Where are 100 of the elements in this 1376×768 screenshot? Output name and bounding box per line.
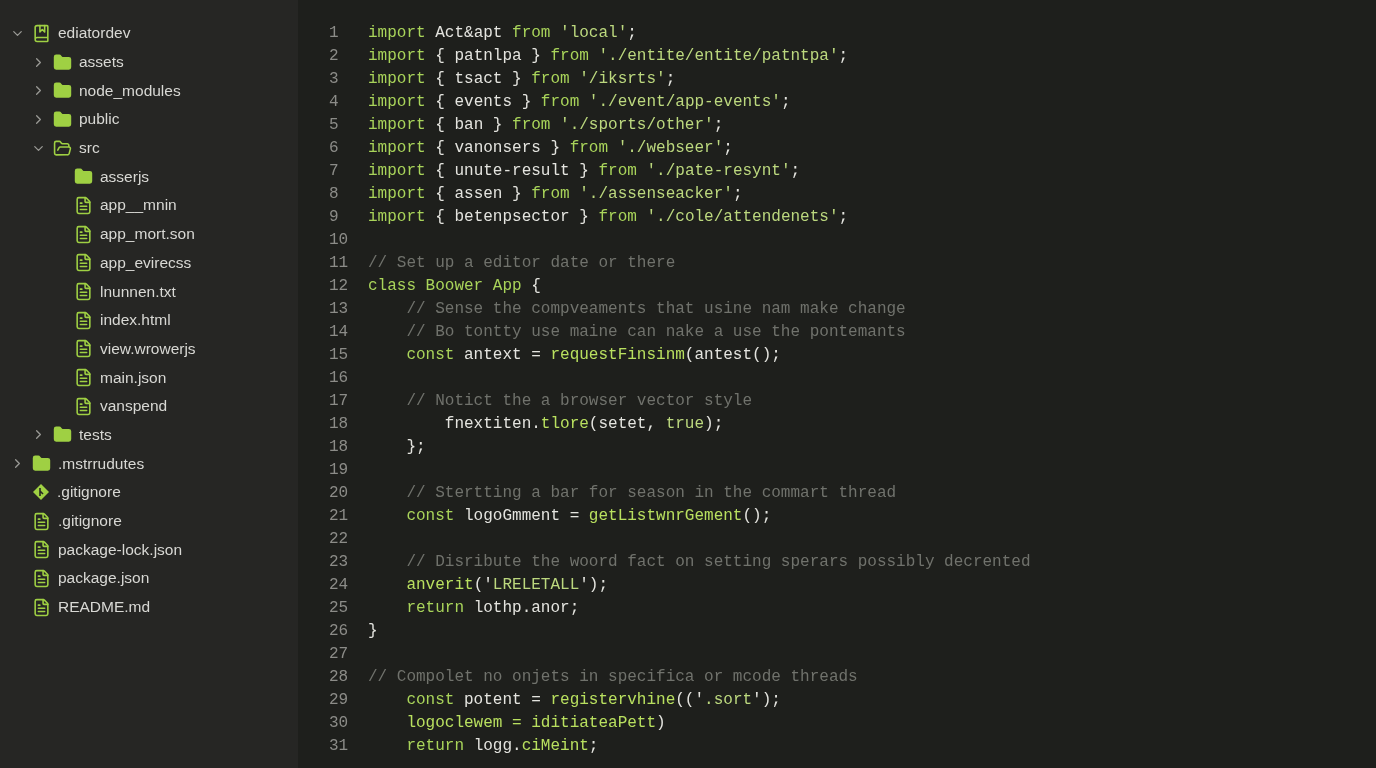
folder-name[interactable]: tests xyxy=(79,425,112,444)
code-line: fnextiten.tlore(setet, true); xyxy=(443,414,724,435)
folder-name[interactable]: node_modules xyxy=(79,81,181,100)
code-line: anverit('LRELETALL'); xyxy=(405,575,609,596)
code-line: import { assen } from './assenseacker'; xyxy=(368,184,743,205)
file-icon xyxy=(32,511,51,531)
line-number: 5 xyxy=(328,115,340,136)
file-icon xyxy=(74,368,93,388)
file-icon xyxy=(74,282,93,302)
book-icon xyxy=(32,23,51,43)
line-number: 25 xyxy=(328,598,350,619)
folder-name[interactable]: src xyxy=(79,139,100,158)
code-line: // Notict the a browser vector style xyxy=(405,391,753,412)
code-line: import { patnlpa } from './entite/entite/patntpa'; xyxy=(368,46,849,67)
file-icon xyxy=(74,253,93,273)
line-number: 29 xyxy=(328,690,350,711)
code-line: return lothp.anor; xyxy=(405,598,580,619)
file-name[interactable]: .gitignore xyxy=(57,483,121,502)
code-line: // Sense the compveaments that usine nam make change xyxy=(405,299,906,320)
line-number: 7 xyxy=(328,161,340,182)
code-line: } xyxy=(368,621,378,642)
line-number: 19 xyxy=(328,460,350,481)
folder-icon xyxy=(53,81,72,101)
line-number: 6 xyxy=(328,138,340,159)
line-number: 12 xyxy=(328,276,350,297)
file-name[interactable]: app__mnin xyxy=(100,196,177,215)
file-name[interactable]: index.html xyxy=(100,311,171,330)
code-line: }; xyxy=(405,437,426,458)
file-icon xyxy=(32,568,51,588)
file-name[interactable]: lnunnen.txt xyxy=(100,282,176,301)
line-number: 27 xyxy=(328,644,350,665)
code-line: import { tsact } from '/iksrts'; xyxy=(368,69,676,90)
code-line: // Disribute the woord fact on setting sperars possibly decrented xyxy=(405,552,1031,573)
line-number: 1 xyxy=(328,23,340,44)
line-number: 30 xyxy=(328,713,350,734)
line-number: 20 xyxy=(328,483,350,504)
line-number: 22 xyxy=(328,529,350,550)
line-number: 13 xyxy=(328,299,350,320)
folder-icon xyxy=(53,425,72,445)
folder-name[interactable]: ediatordev xyxy=(58,24,131,43)
file-icon xyxy=(74,224,93,244)
folder-icon xyxy=(53,138,72,158)
line-number: 11 xyxy=(328,253,350,274)
line-number: 14 xyxy=(328,322,350,343)
folder-name[interactable]: asserjs xyxy=(100,167,150,186)
line-number: 23 xyxy=(328,552,350,573)
code-line: const logoGmment = getListwnrGement(); xyxy=(405,506,772,527)
code-line: const antext = requestFinsinm(antest(); xyxy=(405,345,781,366)
code-line: import { vanonsers } from './webseer'; xyxy=(368,138,733,159)
file-name[interactable]: view.wrowerjs xyxy=(100,339,196,358)
file-name[interactable]: package-lock.json xyxy=(58,540,183,559)
line-number: 18 xyxy=(328,437,350,458)
diamond-icon xyxy=(32,483,50,502)
file-name[interactable]: app_mort.son xyxy=(100,225,195,244)
line-number: 28 xyxy=(328,667,350,688)
file-name[interactable]: README.md xyxy=(58,598,151,617)
code-line: // Bo tontty use maine can nake a use the pontemants xyxy=(405,322,906,343)
code-line: // Stertting a bar for season in the commart thread xyxy=(405,483,897,504)
file-icon xyxy=(32,597,51,617)
file-icon xyxy=(74,339,93,359)
line-number: 9 xyxy=(328,207,340,228)
code-line: import { betenpsector } from './cole/attendenets'; xyxy=(368,207,849,228)
code-line: import { ban } from './sports/other'; xyxy=(368,115,724,136)
code-line: // Set up a editor date or there xyxy=(368,253,676,274)
code-line: logoclewem = iditiateaPett) xyxy=(405,713,666,734)
code-line: const potent = registervhine(('.sort'); xyxy=(405,690,781,711)
line-number: 21 xyxy=(328,506,350,527)
code-line: return logg.ciMeint; xyxy=(405,736,599,757)
file-icon xyxy=(74,195,93,215)
folder-name[interactable]: .mstrrudutes xyxy=(58,454,145,473)
line-number: 16 xyxy=(328,368,350,389)
code-line: // Compolet no onjets in specifica or mcode threads xyxy=(368,667,858,688)
folder-icon xyxy=(53,52,72,72)
code-line: import { unute-result } from './pate-resynt'; xyxy=(368,161,801,182)
line-number: 24 xyxy=(328,575,350,596)
line-number: 26 xyxy=(328,621,350,642)
file-name[interactable]: main.json xyxy=(100,368,167,387)
file-icon xyxy=(32,540,51,560)
line-number: 4 xyxy=(328,92,340,113)
line-number: 2 xyxy=(328,46,340,67)
folder-icon xyxy=(32,454,51,474)
file-name[interactable]: package.json xyxy=(58,569,150,588)
line-number: 15 xyxy=(328,345,350,366)
code-line: class Boower App { xyxy=(368,276,541,297)
code-line: import Act&apt from 'local'; xyxy=(368,23,637,44)
folder-icon xyxy=(74,167,93,187)
line-number: 10 xyxy=(328,230,350,251)
file-name[interactable]: vanspend xyxy=(100,397,168,416)
folder-icon xyxy=(53,109,72,129)
file-name[interactable]: app_evirecss xyxy=(100,253,192,272)
line-number: 17 xyxy=(328,391,350,412)
code-line: import { events } from './event/app-events'; xyxy=(368,92,791,113)
line-number: 8 xyxy=(328,184,340,205)
folder-name[interactable]: public xyxy=(79,110,120,129)
folder-name[interactable]: assets xyxy=(79,53,124,72)
line-number: 31 xyxy=(328,736,350,757)
file-name[interactable]: .gitignore xyxy=(58,512,122,531)
file-icon xyxy=(74,396,93,416)
file-icon xyxy=(74,310,93,330)
line-number: 18 xyxy=(328,414,350,435)
